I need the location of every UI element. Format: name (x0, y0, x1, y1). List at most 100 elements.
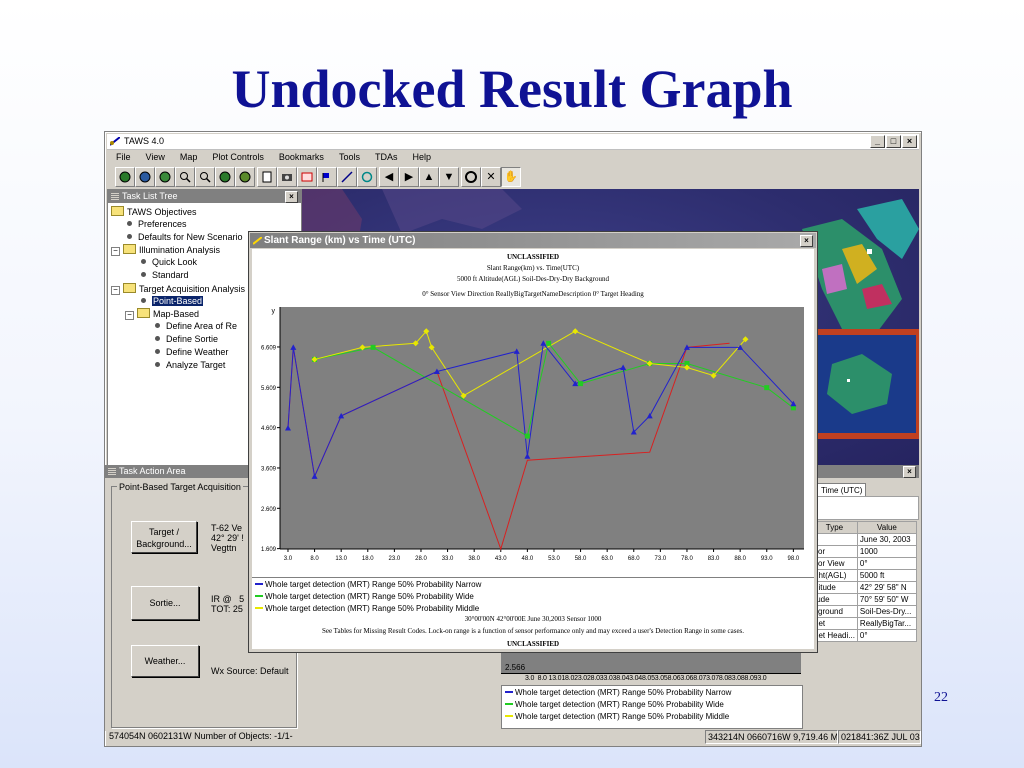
tree-item[interactable]: Point-Based (139, 295, 204, 306)
table-row[interactable]: eJune 30, 2003 (811, 533, 918, 546)
arrow-down-icon[interactable]: ▼ (439, 167, 459, 187)
docked-legend-middle-label: Whole target detection (MRT) Range 50% P… (515, 712, 730, 721)
hand-icon[interactable]: ✋ (501, 167, 521, 187)
row-value: 5000 ft (856, 569, 918, 582)
minimize-button[interactable]: _ (870, 135, 885, 148)
row-type: get (811, 617, 858, 630)
arrow-line-icon[interactable] (337, 167, 357, 187)
table-row[interactable]: kground Soil-Des-Dry... (811, 605, 918, 618)
menu-file[interactable]: File (107, 150, 137, 164)
data-point[interactable] (546, 340, 552, 346)
table-row[interactable]: sor View 0° (811, 557, 918, 570)
table-row[interactable]: ght(AGL) 5000 ft (811, 569, 918, 582)
undocked-graph-window[interactable]: Slant Range (km) vs Time (UTC) × UNCLASS… (248, 231, 818, 653)
slant-range-chart[interactable]: y 1.609 2.609 3.609 4.609 5.609 6.609 3.0 8.0 13.… (252, 301, 814, 577)
legend-middle-symbol (505, 715, 513, 717)
globe-icon[interactable] (115, 167, 135, 187)
menu-map[interactable]: Map (171, 150, 204, 164)
tree-item[interactable]: − Target Acquisition Analysis (111, 282, 245, 295)
measure-icon[interactable] (297, 167, 317, 187)
row-value: 70° 59' 50" W (856, 593, 918, 606)
y-axis-symbol: y (272, 308, 276, 315)
target-background-button[interactable]: Target / Background... (131, 521, 197, 553)
tree-item[interactable]: Define Sortie (153, 334, 218, 344)
x-tick-label: 68.0 (628, 556, 640, 562)
data-point[interactable] (524, 433, 530, 439)
tree-item[interactable]: Quick Look (139, 257, 197, 267)
zoom-out-icon[interactable] (195, 167, 215, 187)
arrow-up-icon[interactable]: ▲ (419, 167, 439, 187)
table-row[interactable]: sor 1000 (811, 545, 918, 558)
graph-footer-line-2: See Tables for Missing Result Codes. Loc… (321, 627, 745, 635)
row-type: kground (811, 605, 858, 618)
status-time: 021841:36Z JUL 03 (838, 730, 921, 744)
tree-item[interactable]: − Illumination Analysis (111, 244, 220, 257)
tree-item[interactable]: Define Area of Re (153, 321, 237, 331)
menu-help[interactable]: Help (403, 150, 437, 164)
data-point[interactable] (370, 344, 376, 350)
tree-item[interactable]: − Map-Based (125, 308, 199, 321)
table-row[interactable]: tude 70° 59' 50" W (811, 593, 918, 606)
row-value: ReallyBigTar... (856, 617, 918, 630)
globe-icon[interactable] (135, 167, 155, 187)
tree-item-label: Defaults for New Scenario (138, 231, 243, 242)
collapse-icon[interactable]: − (111, 247, 120, 257)
y-tick-label: 2.609 (261, 507, 277, 513)
docked-graph-close-button[interactable]: × (903, 466, 916, 478)
docked-legend-narrow-label: Whole target detection (MRT) Range 50% P… (515, 688, 732, 697)
docked-graph-tab[interactable]: Time (UTC) (817, 483, 867, 497)
table-row[interactable]: get ReallyBigTar... (811, 617, 918, 630)
arrow-left-icon[interactable]: ◀ (379, 167, 399, 187)
pan-cross-icon[interactable] (461, 167, 481, 187)
menu-tdas[interactable]: TDAs (366, 150, 404, 164)
tree-item[interactable]: Define Weather (153, 347, 228, 357)
crosshair-icon[interactable]: ✕ (481, 167, 501, 187)
menu-view[interactable]: View (137, 150, 171, 164)
tree-item[interactable]: Standard (139, 270, 189, 280)
folder-icon (111, 206, 124, 216)
graph-legend: Whole target detection (MRT) Range 50% P… (252, 577, 814, 614)
folder-icon (123, 244, 136, 255)
row-value: June 30, 2003 (856, 533, 918, 546)
weather-button[interactable]: Weather... (131, 645, 199, 677)
table-row[interactable]: get Headi... 0° (811, 629, 918, 642)
tree-item[interactable]: Defaults for New Scenario (125, 232, 243, 242)
collapse-icon[interactable]: − (111, 285, 120, 295)
circle-target-icon[interactable] (357, 167, 377, 187)
data-point[interactable] (764, 385, 770, 391)
docked-legend-wide: Whole target detection (MRT) Range 50% P… (505, 700, 724, 709)
tree-item[interactable]: Analyze Target (153, 360, 225, 370)
menu-plot-controls[interactable]: Plot Controls (203, 150, 270, 164)
table-row[interactable]: gitude 42° 29' 58" N (811, 581, 918, 594)
row-value: 0° (856, 629, 918, 642)
tree-item[interactable]: Preferences (125, 219, 187, 229)
sortie-button[interactable]: Sortie... (131, 586, 199, 620)
arrow-right-icon[interactable]: ▶ (399, 167, 419, 187)
menu-bookmarks[interactable]: Bookmarks (270, 150, 330, 164)
camera-icon[interactable] (277, 167, 297, 187)
data-point[interactable] (578, 381, 584, 387)
close-button[interactable]: × (902, 135, 917, 148)
document-icon[interactable] (257, 167, 277, 187)
panel-grip-icon[interactable] (111, 193, 119, 200)
globe-icon[interactable] (155, 167, 175, 187)
tree-item[interactable]: TAWS Objectives (111, 206, 197, 217)
panel-grip-icon[interactable] (108, 468, 116, 475)
x-tick-label: 33.0 (442, 556, 454, 562)
collapse-icon[interactable]: − (125, 311, 134, 321)
y-tick-label: 5.609 (261, 386, 277, 392)
zoom-in-icon[interactable] (175, 167, 195, 187)
column-header-value: Value (856, 521, 918, 534)
menu-tools[interactable]: Tools (330, 150, 366, 164)
tree-item-label: Define Area of Re (166, 321, 238, 332)
docked-y-tick: 2.566 (505, 663, 526, 672)
globe-icon[interactable] (215, 167, 235, 187)
globe-icon[interactable] (235, 167, 255, 187)
graph-window-titlebar[interactable]: Slant Range (km) vs Time (UTC) × (250, 233, 816, 248)
flag-icon[interactable] (317, 167, 337, 187)
graph-window-close-button[interactable]: × (800, 235, 813, 247)
task-list-close-button[interactable]: × (285, 191, 298, 203)
maximize-button[interactable]: □ (886, 135, 901, 148)
bullet-icon (155, 336, 160, 341)
graph-header-line-3: 0° Sensor View Direction ReallyBigTarget… (422, 290, 644, 298)
